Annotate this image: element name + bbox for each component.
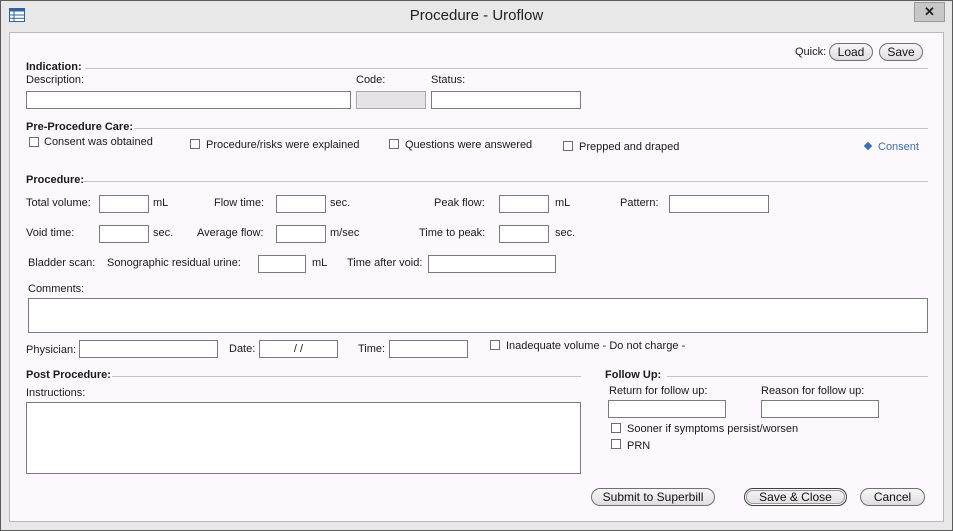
residual-urine-unit: mL bbox=[312, 257, 328, 269]
time-to-peak-unit: sec. bbox=[555, 227, 576, 239]
description-label: Description: bbox=[26, 74, 85, 86]
status-label: Status: bbox=[431, 74, 466, 86]
consent-link[interactable]: Consent bbox=[878, 141, 919, 153]
date-label: Date: bbox=[229, 343, 256, 355]
flow-time-label: Flow time: bbox=[214, 197, 265, 209]
divider bbox=[112, 376, 581, 377]
sooner-symptoms-label: Sooner if symptoms persist/worsen bbox=[627, 423, 799, 435]
time-after-void-label: Time after void: bbox=[347, 257, 423, 269]
description-field[interactable] bbox=[26, 91, 351, 109]
quick-label: Quick: bbox=[795, 46, 827, 58]
sooner-symptoms-checkbox[interactable] bbox=[611, 423, 621, 433]
comments-label: Comments: bbox=[28, 283, 85, 295]
close-button[interactable]: ✕ bbox=[914, 2, 945, 22]
reason-follow-up-label: Reason for follow up: bbox=[761, 385, 865, 397]
instructions-label: Instructions: bbox=[26, 387, 86, 399]
pre-care-heading: Pre-Procedure Care: bbox=[26, 121, 133, 133]
indication-heading: Indication: bbox=[26, 61, 82, 73]
total-volume-unit: mL bbox=[153, 197, 169, 209]
follow-up-heading: Follow Up: bbox=[605, 369, 662, 381]
reason-follow-up-field[interactable] bbox=[761, 400, 879, 418]
quick-save-button[interactable]: Save bbox=[879, 43, 923, 61]
questions-answered-checkbox[interactable] bbox=[389, 139, 399, 149]
void-time-label: Void time: bbox=[26, 227, 75, 239]
prn-label: PRN bbox=[627, 440, 651, 452]
diamond-bullet-icon bbox=[863, 141, 873, 151]
total-volume-field[interactable] bbox=[99, 195, 149, 213]
average-flow-field[interactable] bbox=[276, 225, 326, 243]
pattern-field[interactable] bbox=[669, 195, 769, 213]
time-to-peak-field[interactable] bbox=[499, 225, 549, 243]
pattern-label: Pattern: bbox=[620, 197, 659, 209]
total-volume-label: Total volume: bbox=[26, 197, 91, 209]
time-field[interactable] bbox=[389, 340, 468, 358]
time-to-peak-label: Time to peak: bbox=[419, 227, 486, 239]
void-time-field[interactable] bbox=[99, 225, 149, 243]
physician-field[interactable] bbox=[79, 340, 218, 358]
date-field[interactable]: / / bbox=[259, 340, 338, 358]
return-follow-up-field[interactable] bbox=[608, 400, 726, 418]
questions-answered-label: Questions were answered bbox=[405, 139, 533, 151]
consent-obtained-checkbox[interactable] bbox=[29, 137, 39, 147]
prn-checkbox[interactable] bbox=[611, 439, 621, 449]
quick-load-button[interactable]: Load bbox=[829, 43, 873, 61]
residual-urine-field[interactable] bbox=[258, 255, 306, 273]
procedure-heading: Procedure: bbox=[26, 174, 85, 186]
code-label: Code: bbox=[356, 74, 386, 86]
residual-urine-label: Sonographic residual urine: bbox=[107, 257, 241, 269]
comments-field[interactable] bbox=[28, 298, 928, 333]
status-field[interactable] bbox=[431, 91, 581, 109]
instructions-field[interactable] bbox=[26, 402, 581, 474]
procedure-window: Procedure - Uroflow ✕ Quick: Load Save I… bbox=[0, 0, 953, 531]
average-flow-label: Average flow: bbox=[197, 227, 264, 239]
peak-flow-field[interactable] bbox=[499, 195, 549, 213]
physician-label: Physician: bbox=[26, 344, 77, 356]
flow-time-unit: sec. bbox=[330, 197, 351, 209]
title-bar[interactable]: Procedure - Uroflow ✕ bbox=[1, 1, 952, 31]
flow-time-field[interactable] bbox=[276, 195, 326, 213]
time-after-void-field[interactable] bbox=[428, 255, 556, 273]
prepped-draped-label: Prepped and draped bbox=[579, 141, 680, 153]
save-close-button[interactable]: Save & Close bbox=[744, 488, 847, 506]
divider bbox=[82, 181, 928, 182]
inadequate-volume-checkbox[interactable] bbox=[490, 340, 500, 350]
time-label: Time: bbox=[358, 343, 386, 355]
return-follow-up-label: Return for follow up: bbox=[609, 385, 708, 397]
cancel-button[interactable]: Cancel bbox=[860, 488, 925, 506]
divider bbox=[85, 68, 928, 69]
prepped-draped-checkbox[interactable] bbox=[563, 141, 573, 151]
peak-flow-label: Peak flow: bbox=[434, 197, 485, 209]
risks-explained-checkbox[interactable] bbox=[190, 139, 200, 149]
post-procedure-heading: Post Procedure: bbox=[26, 369, 111, 381]
void-time-unit: sec. bbox=[153, 227, 174, 239]
divider bbox=[134, 128, 928, 129]
peak-flow-unit: mL bbox=[555, 197, 571, 209]
bladder-scan-label: Bladder scan: bbox=[28, 257, 96, 269]
risks-explained-label: Procedure/risks were explained bbox=[206, 139, 360, 151]
form-area: Quick: Load Save Indication: Description… bbox=[9, 32, 944, 522]
divider bbox=[667, 376, 928, 377]
window-title: Procedure - Uroflow bbox=[409, 7, 544, 24]
consent-obtained-label: Consent was obtained bbox=[44, 136, 153, 148]
average-flow-unit: m/sec bbox=[330, 227, 360, 239]
code-field[interactable] bbox=[356, 91, 426, 109]
inadequate-volume-label: Inadequate volume - Do not charge - bbox=[506, 340, 686, 352]
close-icon: ✕ bbox=[924, 4, 935, 19]
submit-superbill-button[interactable]: Submit to Superbill bbox=[591, 488, 715, 506]
